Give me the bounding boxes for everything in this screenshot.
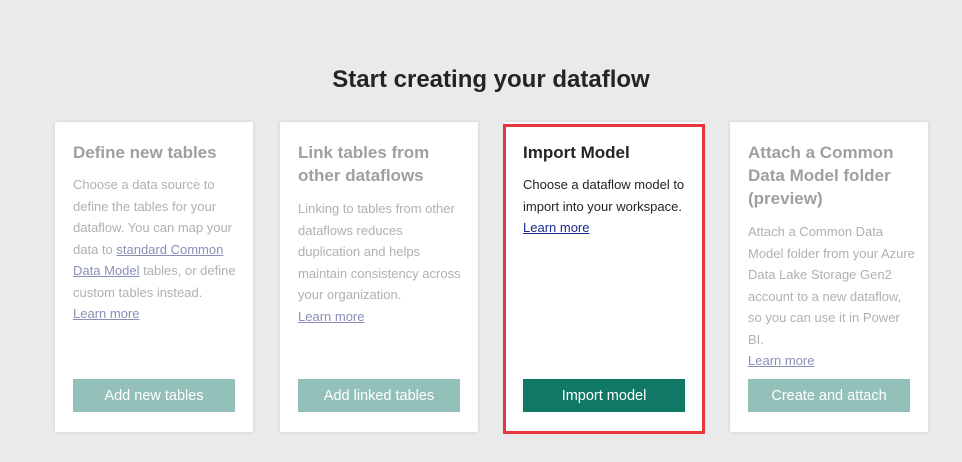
learn-more-link[interactable]: Learn more — [298, 309, 364, 324]
card-heading: Define new tables — [73, 143, 217, 162]
card-description-text: Linking to tables from other dataflows r… — [298, 201, 461, 302]
card-heading: Import Model — [523, 143, 630, 162]
card-define-new-tables: Define new tables Choose a data source t… — [55, 122, 253, 432]
learn-more-link[interactable]: Learn more — [748, 353, 814, 368]
card-attach-cdm-folder: Attach a Common Data Model folder (previ… — [730, 122, 928, 432]
card-description: Choose a data source to define the table… — [73, 174, 243, 325]
card-description: Choose a dataflow model to import into y… — [523, 174, 693, 239]
card-heading: Link tables from other dataflows — [298, 143, 430, 185]
add-linked-tables-button[interactable]: Add linked tables — [298, 379, 460, 412]
card-import-model: Import Model Choose a dataflow model to … — [505, 122, 703, 432]
card-description-text: Choose a dataflow model to import into y… — [523, 177, 685, 214]
card-heading: Attach a Common Data Model folder (previ… — [748, 143, 894, 208]
import-model-button[interactable]: Import model — [523, 379, 685, 412]
learn-more-link[interactable]: Learn more — [523, 220, 589, 235]
card-link-tables: Link tables from other dataflows Linking… — [280, 122, 478, 432]
create-and-attach-button[interactable]: Create and attach — [748, 379, 910, 412]
card-description-text: Attach a Common Data Model folder from y… — [748, 224, 915, 347]
learn-more-link[interactable]: Learn more — [73, 306, 139, 321]
card-description: Linking to tables from other dataflows r… — [298, 198, 468, 327]
card-description: Attach a Common Data Model folder from y… — [748, 221, 918, 372]
dataflow-start-page: Start creating your dataflow Define new … — [0, 0, 962, 462]
add-new-tables-button[interactable]: Add new tables — [73, 379, 235, 412]
page-title: Start creating your dataflow — [332, 66, 650, 93]
